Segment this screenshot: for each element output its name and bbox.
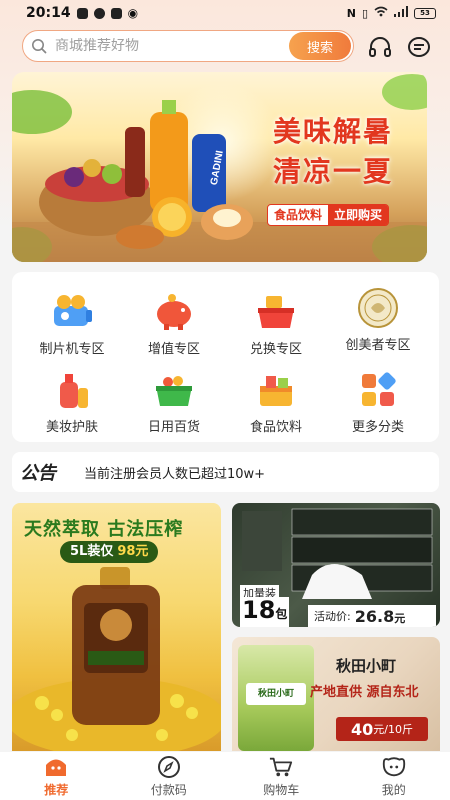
nfc-icon: N [346, 6, 356, 20]
rice-brand: 秋田小町 [336, 657, 397, 675]
banner-category-tag: 食品饮料 [267, 205, 328, 225]
category-label: 制片机专区 [39, 342, 105, 357]
oil-price: 98元 [117, 544, 149, 559]
category-item[interactable]: 美妆护肤 [22, 370, 122, 435]
category-label: 食品饮料 [249, 420, 302, 435]
status-time: 20:14 [26, 5, 71, 21]
tab-label: 购物车 [263, 782, 300, 797]
buy-now-button[interactable]: 立即购买 [327, 205, 388, 225]
category-label: 兑换专区 [249, 342, 302, 357]
headset-icon[interactable] [367, 34, 393, 60]
profile-icon [382, 755, 406, 779]
food-box-icon [254, 370, 298, 410]
promo-card-oil[interactable]: 天然萃取 古法压榨 5L装仅 98元 [12, 503, 221, 751]
category-label: 日用百货 [147, 420, 200, 435]
search-button[interactable]: 搜索 [289, 32, 351, 60]
wifi-icon [374, 6, 388, 20]
shopping-basket-icon [152, 370, 196, 410]
tissue-price-value: 26.8 [354, 606, 395, 626]
tab-label: 推荐 [44, 782, 69, 797]
rice-price-unit: 元/10斤 [373, 723, 413, 736]
tab-payment-code[interactable]: 付款码 [113, 752, 226, 800]
cloud-icon [110, 7, 122, 19]
search-icon [23, 38, 55, 54]
tissue-count-unit: 包 [275, 607, 288, 621]
banner-tag-group[interactable]: 食品饮料 立即购买 [266, 204, 389, 226]
category-label: 创美者专区 [345, 338, 411, 353]
tissue-price-bar: 活动价: 26.8元 [308, 605, 436, 627]
tissue-price: 26.8元 [355, 607, 405, 626]
announcement-logo: 公告 [20, 463, 56, 484]
tissue-count: 18包 [240, 596, 290, 627]
category-item[interactable]: 创美者专区 [328, 288, 428, 353]
category-item[interactable]: 增值专区 [124, 292, 224, 357]
status-bar: 20:14 ◉ N ▯ 53 [0, 0, 450, 26]
category-label: 美妆护肤 [45, 420, 98, 435]
cosmetics-icon [50, 370, 94, 410]
category-item[interactable]: 制片机专区 [22, 292, 122, 357]
camera-machine-icon [50, 292, 94, 332]
rice-bag-image: 秋田小町 [238, 645, 314, 751]
category-item[interactable]: 食品饮料 [226, 370, 326, 435]
oil-promo-title: 天然萃取 古法压榨 [24, 519, 184, 540]
signal-icon [394, 6, 408, 20]
message-icon[interactable] [406, 34, 432, 60]
app-notification-icon [93, 7, 105, 19]
tissue-count-number: 18 [242, 596, 276, 624]
grid-icon [356, 370, 400, 410]
category-label: 增值专区 [147, 342, 200, 357]
tab-label: 付款码 [150, 782, 187, 797]
home-face-icon [44, 755, 68, 779]
oil-volume-label: 5L装仅 [70, 544, 114, 559]
category-item[interactable]: 兑换专区 [226, 292, 326, 357]
tab-label: 我的 [381, 782, 406, 797]
tab-profile[interactable]: 我的 [338, 752, 450, 800]
banner-title-line2: 清凉一夏 [272, 155, 393, 188]
eye-icon: ◉ [127, 6, 139, 20]
category-label: 更多分类 [351, 420, 404, 435]
tab-recommend[interactable]: 推荐 [0, 752, 113, 800]
basket-icon [254, 292, 298, 332]
cart-icon [269, 755, 293, 779]
promo-card-tissue[interactable]: 加量装 18包 活动价: 26.8元 [232, 503, 440, 627]
banner-title-line1: 美味解暑 [272, 115, 393, 148]
bottom-tab-bar: 推荐 付款码 购物车 我的 [0, 752, 450, 800]
rice-price: 40 [351, 719, 374, 739]
category-item[interactable]: 日用百货 [124, 370, 224, 435]
tab-cart[interactable]: 购物车 [225, 752, 338, 800]
oil-price-tag: 5L装仅 98元 [60, 541, 159, 563]
announcement-bar[interactable]: 公告 当前注册会员人数已超过10w+ [12, 452, 439, 492]
battery-icon: 53 [414, 7, 436, 19]
notification-icon [76, 7, 88, 19]
rice-price-tag: 40 元/10斤 [336, 717, 428, 741]
search-input[interactable] [55, 38, 289, 54]
promo-banner[interactable]: GADINI 美味解暑 清凉一夏 食品饮料 立即购买 [12, 72, 427, 262]
rice-slogan: 产地直供 源自东北 [310, 685, 419, 700]
announcement-text: 当前注册会员人数已超过10w+ [84, 466, 266, 482]
tissue-price-label: 活动价: [314, 610, 351, 623]
search-bar[interactable]: 搜索 [22, 30, 354, 62]
rice-bag-label: 秋田小町 [246, 683, 306, 705]
category-item[interactable]: 更多分类 [328, 370, 428, 435]
piggy-bank-icon [152, 292, 196, 332]
tissue-price-unit: 元 [394, 611, 406, 625]
vibrate-icon: ▯ [361, 6, 368, 20]
promo-card-rice[interactable]: 秋田小町 秋田小町 产地直供 源自东北 40 元/10斤 [232, 637, 440, 751]
compass-icon [157, 755, 181, 779]
category-grid: 制片机专区 增值专区 兑换专区 创美者专区 美妆护肤 日用百货 食品饮料 更多分… [12, 272, 439, 442]
medal-badge-icon [356, 288, 400, 328]
